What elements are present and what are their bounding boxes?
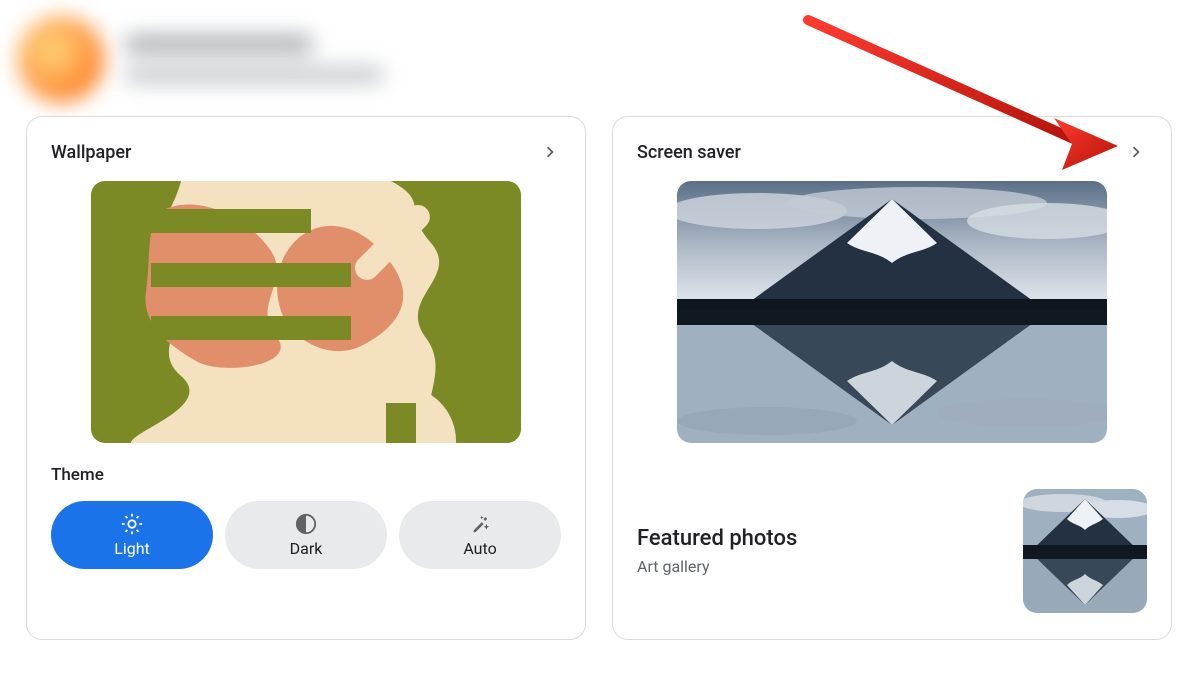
- featured-photos-row[interactable]: Featured photos Art gallery: [637, 489, 1147, 613]
- theme-dark-label: Dark: [290, 539, 323, 558]
- theme-label: Theme: [51, 465, 561, 485]
- featured-photos-thumbnail: [1023, 489, 1147, 613]
- theme-auto-button[interactable]: Auto: [399, 501, 561, 569]
- screensaver-title: Screen saver: [637, 142, 741, 163]
- magic-wand-icon: [469, 513, 491, 535]
- wallpaper-title: Wallpaper: [51, 142, 131, 163]
- account-header: [18, 16, 384, 102]
- wallpaper-card: Wallpaper: [26, 116, 586, 640]
- half-circle-icon: [295, 513, 317, 535]
- theme-light-button[interactable]: Light: [51, 501, 213, 569]
- wallpaper-header[interactable]: Wallpaper: [51, 141, 561, 163]
- wallpaper-preview[interactable]: [91, 181, 521, 443]
- brightness-icon: [121, 513, 143, 535]
- theme-dark-button[interactable]: Dark: [225, 501, 387, 569]
- theme-light-label: Light: [114, 539, 150, 558]
- screensaver-card: Screen saver: [612, 116, 1172, 640]
- theme-chips: Light Dark Auto: [51, 501, 561, 569]
- screensaver-header[interactable]: Screen saver: [637, 141, 1147, 163]
- chevron-right-icon: [1125, 141, 1147, 163]
- theme-auto-label: Auto: [463, 539, 496, 558]
- screensaver-preview[interactable]: [677, 181, 1107, 443]
- chevron-right-icon: [539, 141, 561, 163]
- featured-photos-title: Featured photos: [637, 526, 797, 551]
- account-text-blurred: [124, 34, 384, 84]
- avatar: [18, 16, 104, 102]
- featured-photos-subtitle: Art gallery: [637, 557, 797, 576]
